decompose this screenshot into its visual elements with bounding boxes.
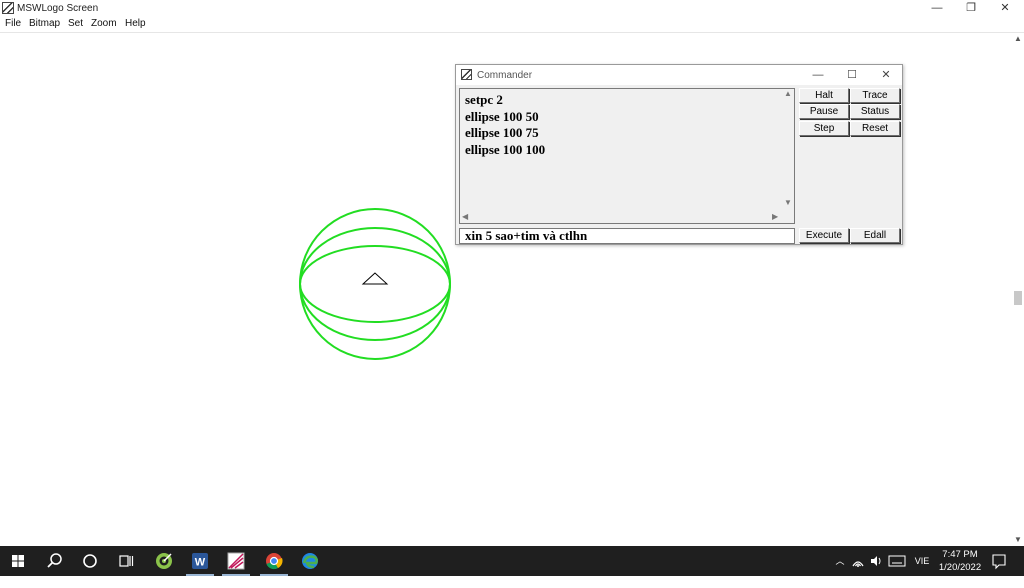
cortana-icon[interactable]: [72, 546, 108, 576]
window-title-bar: MSWLogo Screen — ❐ ✕: [0, 0, 1024, 17]
commander-maximize-button[interactable]: ☐: [837, 67, 867, 83]
step-button[interactable]: Step: [799, 121, 849, 136]
scroll-up-icon[interactable]: ▲: [784, 89, 792, 98]
menu-zoom[interactable]: Zoom: [91, 18, 117, 29]
scroll-left-icon[interactable]: ◀: [462, 212, 468, 221]
execute-button[interactable]: Execute: [799, 228, 849, 243]
commander-title-bar: Commander — ☐ ✕: [456, 65, 902, 85]
menu-set[interactable]: Set: [68, 18, 83, 29]
start-icon[interactable]: [0, 546, 36, 576]
command-input[interactable]: xin 5 sao+tim và ctlhn: [459, 228, 795, 244]
scroll-thumb[interactable]: [1014, 291, 1022, 305]
network-icon[interactable]: [850, 546, 866, 576]
minimize-button[interactable]: —: [920, 0, 954, 17]
restore-button[interactable]: ❐: [954, 0, 988, 17]
app-green-icon[interactable]: [146, 546, 182, 576]
command-input-value[interactable]: xin 5 sao+tim và ctlhn: [465, 229, 587, 243]
mswlogo-icon[interactable]: [218, 546, 254, 576]
menu-file[interactable]: File: [5, 18, 21, 29]
triangle-turtle-icon: [361, 272, 389, 285]
taskbar: W ︿ VIE 7:47 PM 1/20/2022: [0, 546, 1024, 576]
command-history-list[interactable]: setpc 2 ellipse 100 50 ellipse 100 75 el…: [459, 88, 795, 224]
clock-time[interactable]: 7:47 PM: [932, 549, 988, 560]
show-hidden-icons-icon[interactable]: ︿: [832, 546, 848, 576]
volume-icon[interactable]: [868, 546, 884, 576]
status-button[interactable]: Status: [850, 104, 900, 119]
svg-text:W: W: [195, 557, 206, 569]
edge-icon[interactable]: [292, 546, 328, 576]
notifications-icon[interactable]: [990, 546, 1008, 576]
commander-close-button[interactable]: ✕: [871, 67, 901, 83]
edall-button[interactable]: Edall: [850, 228, 900, 243]
window-title: MSWLogo Screen: [17, 3, 99, 14]
mswlogo-app-icon: [2, 2, 14, 14]
scroll-up-icon[interactable]: ▲: [1012, 33, 1024, 45]
scroll-right-icon[interactable]: ▶: [772, 212, 778, 221]
reset-button[interactable]: Reset: [850, 121, 900, 136]
commander-icon: [461, 69, 472, 80]
word-icon[interactable]: W: [182, 546, 218, 576]
commander-minimize-button[interactable]: —: [803, 67, 833, 83]
search-icon[interactable]: [36, 546, 72, 576]
halt-button[interactable]: Halt: [799, 88, 849, 103]
history-line[interactable]: ellipse 100 75: [465, 125, 545, 142]
commander-title: Commander: [477, 70, 533, 81]
menu-help[interactable]: Help: [125, 18, 146, 29]
chrome-icon[interactable]: [256, 546, 292, 576]
close-button[interactable]: ✕: [988, 0, 1022, 17]
history-vertical-scrollbar[interactable]: ▲ ▼: [781, 89, 794, 209]
trace-button[interactable]: Trace: [850, 88, 900, 103]
task-view-icon[interactable]: [108, 546, 144, 576]
keyboard-icon[interactable]: [887, 546, 907, 576]
pause-button[interactable]: Pause: [799, 104, 849, 119]
scroll-down-icon[interactable]: ▼: [1012, 534, 1024, 546]
history-line[interactable]: setpc 2: [465, 92, 545, 109]
history-line[interactable]: ellipse 100 50: [465, 109, 545, 126]
history-line[interactable]: ellipse 100 100: [465, 142, 545, 159]
history-horizontal-scrollbar[interactable]: ◀ ▶: [460, 210, 794, 223]
menu-bitmap[interactable]: Bitmap: [29, 18, 60, 29]
input-language-indicator[interactable]: VIE: [911, 546, 933, 576]
canvas-vertical-scrollbar[interactable]: ▲ ▼: [1012, 33, 1024, 546]
scroll-down-icon[interactable]: ▼: [784, 198, 792, 207]
menu-bar: File Bitmap Set Zoom Help: [0, 17, 1024, 33]
clock-date[interactable]: 1/20/2022: [932, 562, 988, 573]
commander-window: Commander — ☐ ✕ setpc 2 ellipse 100 50 e…: [455, 64, 903, 245]
